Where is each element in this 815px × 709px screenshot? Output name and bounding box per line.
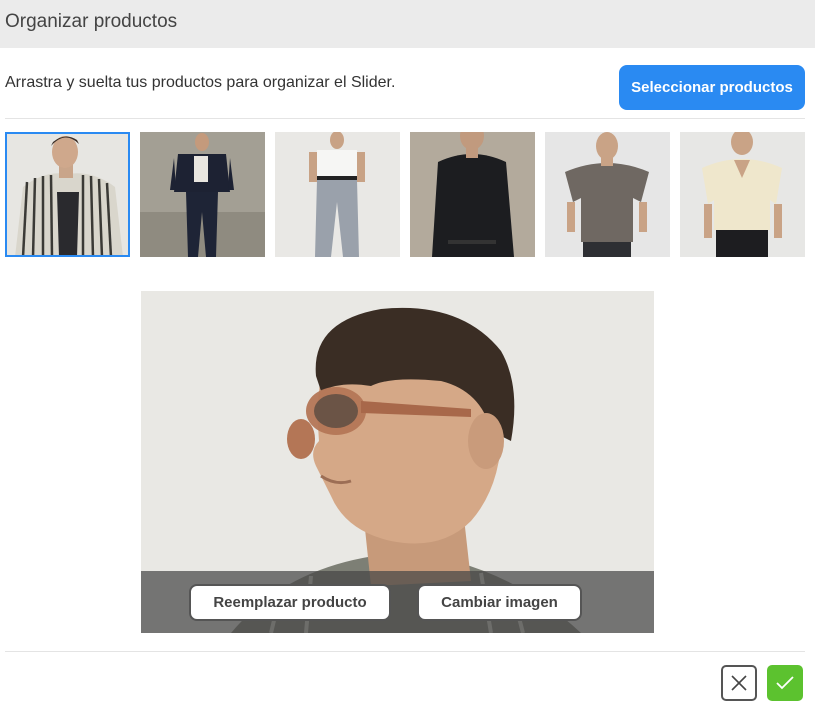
product-thumbnail-strip [5, 132, 805, 257]
product-thumbnail-3[interactable] [275, 132, 400, 257]
footer-divider [5, 651, 805, 652]
check-icon [776, 676, 794, 690]
cancel-button[interactable] [721, 665, 757, 701]
preview-action-bar: Reemplazar producto Cambiar imagen [141, 571, 654, 633]
confirm-button[interactable] [767, 665, 803, 701]
striped-shirt-model-image [5, 132, 130, 257]
instructions-text: Arrastra y suelta tus productos para org… [5, 74, 396, 91]
replace-product-button[interactable]: Reemplazar producto [189, 584, 391, 621]
change-image-button[interactable]: Cambiar imagen [417, 584, 582, 621]
divider [5, 118, 805, 119]
grey-tee-model-image [545, 132, 670, 257]
modal-header: Organizar productos [0, 0, 815, 48]
product-thumbnail-4[interactable] [410, 132, 535, 257]
close-icon [731, 675, 747, 691]
modal-title: Organizar productos [5, 11, 178, 32]
white-tee-model-image [275, 132, 400, 257]
product-thumbnail-5[interactable] [545, 132, 670, 257]
dark-jacket-model-image [140, 132, 265, 257]
product-thumbnail-2[interactable] [140, 132, 265, 257]
select-products-button[interactable]: Seleccionar productos [619, 65, 805, 110]
product-thumbnail-6[interactable] [680, 132, 805, 257]
product-thumbnail-1[interactable] [5, 132, 130, 257]
product-preview: Reemplazar producto Cambiar imagen [141, 291, 654, 633]
cream-shirt-model-image [680, 132, 805, 257]
black-shirt-model-image [410, 132, 535, 257]
